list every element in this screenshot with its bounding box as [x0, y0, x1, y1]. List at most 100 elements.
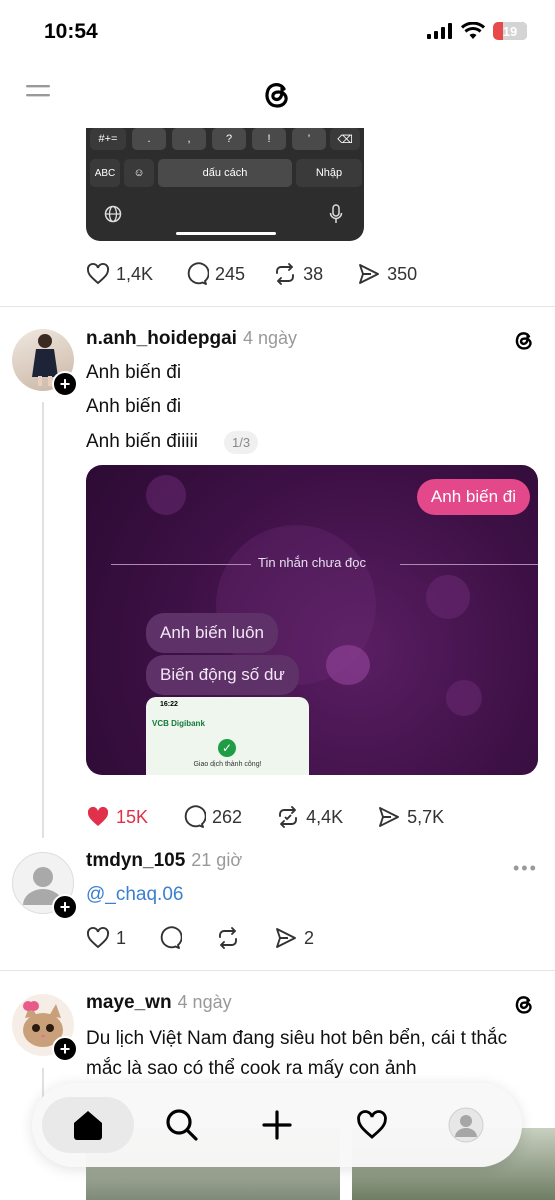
reply-button[interactable]: 245: [185, 262, 245, 286]
key: !: [252, 128, 286, 150]
bank-time: 16:22: [160, 701, 178, 708]
repost-icon: [279, 806, 298, 828]
post-text: Du lịch Việt Nam đang siêu hot bên bển, …: [86, 1028, 508, 1079]
wifi-icon: [461, 22, 485, 39]
username[interactable]: tmdyn_105: [86, 850, 185, 871]
reply-count: 245: [215, 263, 246, 284]
divider: [400, 564, 538, 565]
like-button[interactable]: 15K: [86, 805, 148, 829]
battery-level: 19: [502, 23, 518, 39]
follow-plus-button[interactable]: +: [52, 894, 78, 920]
post-actions: 15K 262 4,4K 5,7K: [86, 805, 444, 829]
divider: [0, 306, 555, 307]
bank-status: Giao dịch thành công!: [193, 761, 262, 768]
post-text-line: Anh biến điiiii: [86, 431, 198, 452]
post-time: 4 ngày: [177, 992, 232, 1012]
heart-icon: [357, 1110, 387, 1139]
nav-search[interactable]: [154, 1097, 210, 1153]
repost-button[interactable]: [216, 926, 240, 950]
check-icon: ✓: [218, 739, 236, 757]
mic-icon: [329, 204, 343, 223]
bottom-nav: [32, 1083, 522, 1167]
post-text-line: Anh biến đi: [86, 362, 182, 383]
post-header: tmdyn_105 21 giờ: [86, 850, 242, 872]
post-actions: 1 2: [86, 926, 314, 950]
post-time: 4 ngày: [242, 328, 297, 348]
follow-plus-button[interactable]: +: [52, 1036, 78, 1062]
post-text-line: Anh biến đi: [86, 396, 182, 417]
follow-plus-button[interactable]: +: [52, 371, 78, 397]
more-options-icon[interactable]: •••: [513, 858, 538, 879]
nav-create[interactable]: [249, 1097, 305, 1153]
comment-icon: [184, 805, 207, 828]
unread-label: Tin nhắn chưa đọc: [258, 555, 366, 570]
share-count: 5,7K: [407, 806, 445, 827]
like-button[interactable]: 1,4K: [86, 262, 153, 286]
search-icon: [166, 1109, 198, 1141]
backspace-key: ⌫: [330, 128, 360, 150]
repost-button[interactable]: 38: [273, 262, 323, 286]
reply-button[interactable]: [158, 926, 183, 950]
repost-count: 38: [303, 263, 324, 284]
bank-name: VCB Digibank: [152, 719, 205, 728]
thread-line: [42, 402, 44, 838]
globe-icon: [104, 205, 122, 223]
nav-profile[interactable]: [438, 1097, 494, 1153]
battery-indicator: 19: [493, 22, 527, 40]
enter-key: Nhập: [296, 159, 362, 187]
plus-icon: [262, 1110, 292, 1140]
chat-bubble-received: Biến động số dư: [146, 655, 299, 695]
home-icon: [74, 1111, 102, 1140]
like-count: 1,4K: [116, 263, 154, 284]
key: ,: [172, 128, 206, 150]
emoji-key-icon: ☺: [124, 159, 154, 187]
menu-icon[interactable]: [26, 83, 50, 103]
repost-icon: [219, 927, 237, 949]
reply-count: 262: [212, 806, 243, 827]
comment-icon: [160, 926, 183, 949]
keyboard-screenshot: #+= . , ? ! ’ ⌫ ABC ☺ dấu cách Nhập: [86, 128, 364, 241]
bank-screenshot: 16:22 VCB Digibank ✓ Giao dịch thành côn…: [146, 697, 309, 775]
nav-home[interactable]: [42, 1097, 134, 1153]
heart-icon: [87, 926, 109, 949]
post-header: n.anh_hoidepgai 4 ngày: [86, 328, 297, 350]
threads-logo-icon: [515, 332, 532, 350]
share-count: 350: [387, 263, 418, 284]
divider: [0, 970, 555, 971]
chat-bubble-sent: Anh biến đi: [416, 479, 530, 515]
status-time: 10:54: [44, 20, 98, 43]
reply-button[interactable]: 262: [182, 805, 242, 829]
mention-link[interactable]: @_chaq.06: [86, 884, 183, 906]
post-actions: 1,4K 245 38 350: [86, 262, 417, 286]
share-icon: [379, 807, 400, 827]
username[interactable]: n.anh_hoidepgai: [86, 328, 237, 349]
profile-icon: [448, 1107, 484, 1143]
key: ?: [212, 128, 246, 150]
heart-icon: [87, 262, 109, 285]
post-image[interactable]: Anh biến đi Tin nhắn chưa đọc Anh biến l…: [86, 465, 538, 775]
username[interactable]: maye_wn: [86, 992, 172, 1013]
key: .: [132, 128, 166, 150]
share-icon: [359, 264, 380, 284]
share-button[interactable]: 5,7K: [377, 805, 444, 829]
share-button[interactable]: 350: [357, 262, 417, 286]
post-time: 21 giờ: [191, 850, 243, 870]
comment-icon: [187, 262, 210, 285]
page-indicator: 1/3: [224, 431, 259, 454]
chat-bubble-received: Anh biến luôn: [146, 613, 278, 653]
threads-logo-icon: [515, 996, 532, 1014]
space-key: dấu cách: [158, 159, 292, 187]
key: ’: [292, 128, 326, 150]
share-button[interactable]: 2: [274, 926, 314, 950]
like-count: 1: [116, 927, 127, 948]
signal-icon: [427, 23, 452, 39]
share-icon: [276, 928, 296, 948]
repost-count: 4,4K: [306, 806, 344, 827]
repost-button[interactable]: 4,4K: [276, 805, 343, 829]
like-count: 15K: [116, 806, 149, 827]
nav-activity[interactable]: [344, 1097, 400, 1153]
post-header: maye_wn 4 ngày: [86, 992, 232, 1014]
threads-logo-icon[interactable]: [260, 77, 294, 111]
like-button[interactable]: 1: [86, 926, 126, 950]
heart-icon: [87, 806, 109, 826]
